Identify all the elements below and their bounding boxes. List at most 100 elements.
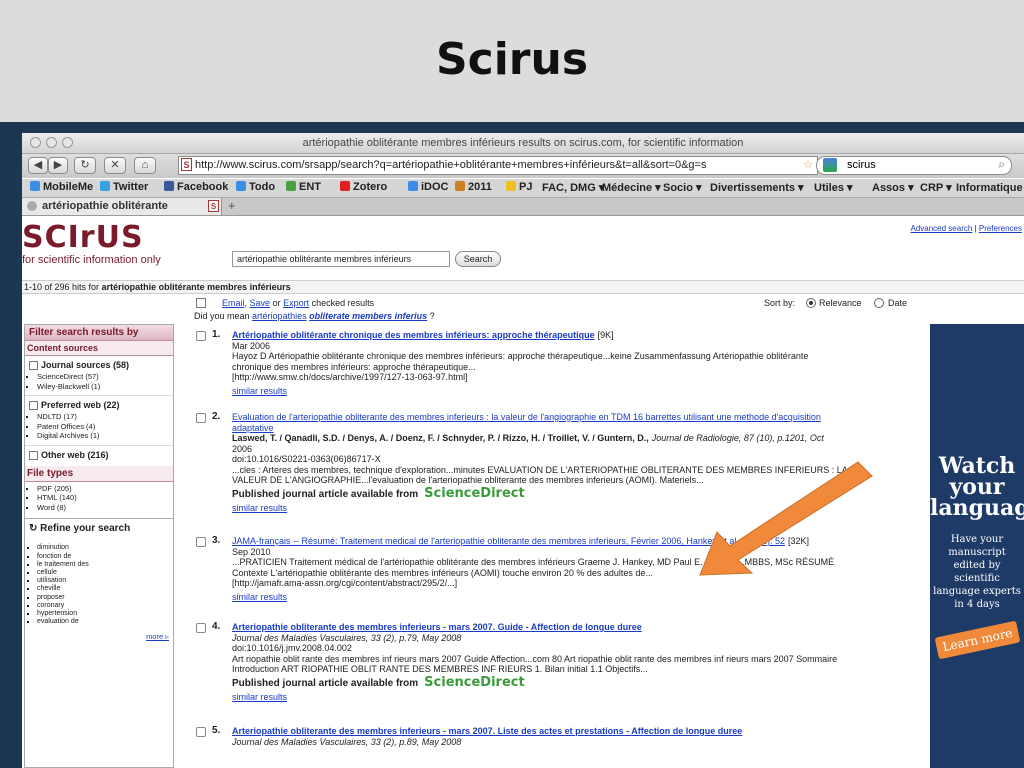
- similar-results-link[interactable]: similar results: [232, 386, 922, 397]
- refine-item[interactable]: proposer: [37, 594, 173, 602]
- filter-item[interactable]: ScienceDirect (57): [37, 372, 173, 382]
- other-web-group[interactable]: Other web (216): [25, 444, 173, 462]
- refine-item[interactable]: le traitement des: [37, 561, 173, 569]
- bookmark-item[interactable]: Divertissements ▾: [710, 181, 804, 194]
- new-tab-button[interactable]: +: [228, 198, 236, 213]
- filter-item[interactable]: HTML (140): [37, 493, 173, 503]
- preferences-link[interactable]: Preferences: [979, 224, 1022, 233]
- result-snippet: Hayoz D Artériopathie oblitérante chroni…: [232, 351, 809, 361]
- bookmark-item[interactable]: FAC, DMG ▾: [542, 181, 604, 194]
- expand-icon[interactable]: [29, 450, 38, 460]
- journal-sources-group[interactable]: Journal sources (58): [25, 356, 173, 372]
- bookmark-star-icon[interactable]: ☆: [803, 157, 813, 174]
- advanced-search-link[interactable]: Advanced search: [910, 224, 972, 233]
- similar-results-link[interactable]: similar results: [232, 692, 922, 703]
- bookmark-item[interactable]: Todo: [236, 181, 275, 193]
- preferred-web-group[interactable]: Preferred web (22): [25, 395, 173, 412]
- sciencedirect-logo[interactable]: ScienceDirect: [424, 675, 525, 690]
- filter-item[interactable]: Digital Archives (1): [37, 431, 173, 441]
- similar-results-link[interactable]: similar results: [232, 503, 922, 514]
- refine-item[interactable]: coronary: [37, 602, 173, 610]
- bookmark-icon: [100, 181, 110, 191]
- published-label: Published journal article available from: [232, 677, 419, 689]
- collapse-icon[interactable]: [29, 361, 38, 371]
- result-checkbox[interactable]: [196, 413, 206, 423]
- bookmark-item[interactable]: PJ: [506, 181, 532, 193]
- refine-item[interactable]: cheville: [37, 585, 173, 593]
- result-title-link[interactable]: JAMA-français -- Résumé: Traitement medi…: [232, 536, 785, 546]
- scirus-logo[interactable]: SCIrUS: [22, 220, 144, 255]
- result-checkbox[interactable]: [196, 537, 206, 547]
- result-checkbox[interactable]: [196, 623, 206, 633]
- result-number: 5.: [212, 725, 221, 736]
- refine-item[interactable]: hypertension: [37, 610, 173, 618]
- sort-relevance-radio[interactable]: [806, 298, 816, 308]
- back-button[interactable]: ◀: [28, 157, 48, 174]
- bookmark-item[interactable]: Twitter: [100, 181, 148, 193]
- bookmark-label: Informatique ▾: [956, 182, 1024, 194]
- bookmark-item[interactable]: Assos ▾: [872, 181, 914, 194]
- browser-search-field[interactable]: scirus ⌕: [816, 156, 1012, 175]
- result-title-link-cont[interactable]: adaptative: [232, 423, 922, 434]
- search-icon[interactable]: ⌕: [998, 156, 1005, 173]
- refine-item[interactable]: diminution: [37, 544, 173, 552]
- filter-item[interactable]: Patent Offices (4): [37, 422, 173, 432]
- filter-item[interactable]: Wiley-Blackwell (1): [37, 382, 173, 392]
- bookmark-label: MobileMe: [43, 181, 94, 193]
- refine-item[interactable]: utilisation: [37, 577, 173, 585]
- bookmark-item[interactable]: CRP ▾: [920, 181, 952, 194]
- sort-date-radio[interactable]: [874, 298, 884, 308]
- refine-section: ↻ Refine your search diminutionfonction …: [25, 518, 173, 641]
- reload-button[interactable]: ↻: [74, 157, 96, 174]
- save-link[interactable]: Save: [250, 298, 271, 308]
- result-checkbox[interactable]: [196, 727, 206, 737]
- bookmark-item[interactable]: Zotero: [340, 181, 387, 193]
- result-title-link[interactable]: Arteriopathie obliterante des membres in…: [232, 622, 642, 632]
- refine-item[interactable]: cellule: [37, 569, 173, 577]
- similar-results-link[interactable]: similar results: [232, 592, 922, 603]
- bookmark-item[interactable]: iDOC: [408, 181, 449, 193]
- tab-close-icon[interactable]: [27, 201, 37, 211]
- filter-item[interactable]: PDF (205): [37, 484, 173, 494]
- bookmark-item[interactable]: MobileMe: [30, 181, 93, 193]
- select-all-checkbox[interactable]: [196, 298, 206, 308]
- refine-list: diminutionfonction dele traitement desce…: [25, 544, 173, 626]
- bookmark-item[interactable]: Facebook: [164, 181, 228, 193]
- sciencedirect-logo[interactable]: ScienceDirect: [424, 486, 525, 501]
- file-types-header: File types: [25, 465, 173, 482]
- result-number: 2.: [212, 411, 221, 422]
- tab-favicon: S: [208, 200, 219, 212]
- result-title-link[interactable]: Arteriopathie obliterante des membres in…: [232, 726, 742, 736]
- bookmark-item[interactable]: Utiles ▾: [814, 181, 853, 194]
- result-doi: doi:10.1016/S0221-0363(06)86717-X: [232, 454, 381, 464]
- filter-item[interactable]: Word (8): [37, 503, 173, 513]
- email-link[interactable]: Email: [222, 298, 245, 308]
- filter-item[interactable]: NDLTD (17): [37, 412, 173, 422]
- url-bar[interactable]: S http://www.scirus.com/srsapp/search?q=…: [178, 156, 818, 175]
- ad-banner[interactable]: Watch your language! Have your manuscrip…: [930, 324, 1024, 768]
- result-title-link[interactable]: Artériopathie oblitérante chronique des …: [232, 330, 595, 340]
- bookmark-item[interactable]: Socio ▾: [663, 181, 702, 194]
- window-title: artériopathie oblitérante membres inféri…: [302, 137, 744, 149]
- result-body: JAMA-français -- Résumé: Traitement medi…: [232, 536, 922, 602]
- collapse-icon[interactable]: [29, 401, 38, 411]
- more-link[interactable]: more ▹: [25, 626, 173, 641]
- tab-active[interactable]: artériopathie oblitérante membre...: [22, 198, 222, 228]
- forward-button[interactable]: ▶: [48, 157, 68, 174]
- bookmark-item[interactable]: Médecine ▾: [602, 181, 661, 194]
- bookmark-item[interactable]: ENT: [286, 181, 321, 193]
- bookmark-item[interactable]: Informatique ▾: [956, 181, 1024, 194]
- bookmark-item[interactable]: 2011: [455, 181, 492, 193]
- result-checkbox[interactable]: [196, 331, 206, 341]
- result-title-link[interactable]: Evaluation de l'arteriopathie obliterant…: [232, 412, 821, 422]
- refine-item[interactable]: fonction de: [37, 553, 173, 561]
- search-button[interactable]: Search: [455, 251, 501, 267]
- home-button[interactable]: ⌂: [134, 157, 156, 174]
- learn-more-button[interactable]: Learn more: [934, 620, 1020, 660]
- export-link[interactable]: Export: [283, 298, 309, 308]
- slide-title: Scirus: [435, 34, 589, 85]
- refine-item[interactable]: evaluation de: [37, 618, 173, 626]
- stop-button[interactable]: ✕: [104, 157, 126, 174]
- search-engine-icon[interactable]: [823, 158, 837, 172]
- query-input[interactable]: artériopathie oblitérante membres inféri…: [232, 251, 450, 267]
